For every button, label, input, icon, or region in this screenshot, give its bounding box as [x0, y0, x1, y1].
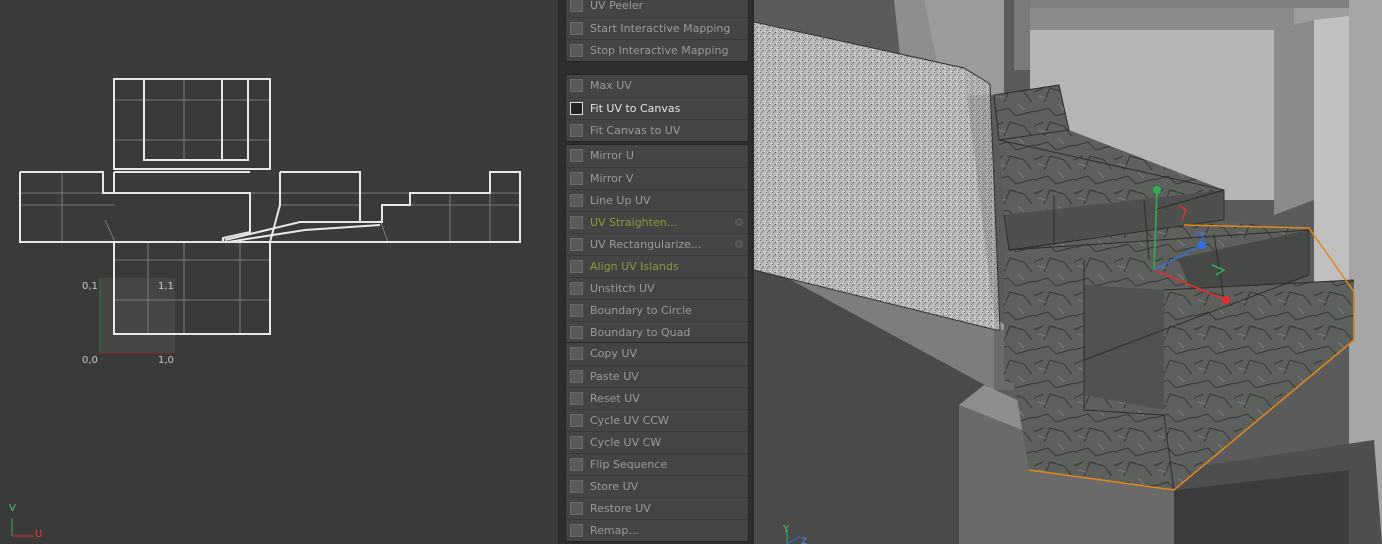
menu-item-label: Mirror V [590, 172, 634, 185]
menu-item-label: Boundary to Circle [590, 304, 692, 317]
menu-item-label: Max UV [590, 79, 632, 92]
viewport-axis-z-label: Z [801, 537, 807, 544]
gear-icon[interactable]: ⚙ [734, 212, 744, 233]
menu-group: UV Peeler Start Interactive Mapping Stop I… [565, 0, 749, 62]
menu-item-label: Restore UV [590, 502, 651, 515]
menu-item-label: Boundary to Quad [590, 326, 691, 339]
uv-coord-1-0: 1,0 [158, 355, 174, 366]
menu-item-label: Store UV [590, 480, 639, 493]
menu-group: Max UV Fit UV to Canvas Fit Canvas to UV [565, 74, 749, 142]
mirror-v-icon [570, 172, 583, 185]
menu-group: Copy UV Paste UV Reset UV Cycle UV CCW Cycle… [565, 342, 749, 542]
menu-item[interactable]: Copy UV [566, 343, 748, 365]
line-up-icon [570, 194, 583, 207]
stop-mapping-icon [570, 44, 583, 57]
flip-sequence-icon [570, 458, 583, 471]
fit-canvas-icon [570, 124, 583, 137]
menu-item[interactable]: Stop Interactive Mapping [566, 39, 748, 61]
uv-coord-0-0: 0,0 [82, 355, 98, 366]
uv-coord-1-1: 1,1 [158, 281, 174, 292]
menu-item[interactable]: Start Interactive Mapping [566, 17, 748, 39]
cycle-ccw-icon [570, 414, 583, 427]
menu-item-label: Cycle UV CW [590, 436, 662, 449]
menu-item[interactable]: Fit UV to Canvas [566, 97, 748, 119]
viewport-axis-y-label: Y [782, 524, 790, 535]
menu-item[interactable]: Line Up UV [566, 189, 748, 211]
start-mapping-icon [570, 22, 583, 35]
menu-item-label: Align UV Islands [590, 260, 679, 273]
menu-item[interactable]: Store UV [566, 475, 748, 497]
gear-icon[interactable]: ⚙ [734, 234, 744, 255]
paste-uv-icon [570, 370, 583, 383]
menu-item[interactable]: Flip Sequence [566, 453, 748, 475]
menu-item[interactable]: Restore UV [566, 497, 748, 519]
uv-island-borders [19, 78, 521, 335]
3d-viewport[interactable]: Y Z [754, 0, 1382, 544]
menu-item-label: UV Rectangularize... [590, 238, 702, 251]
rectangularize-icon [570, 238, 583, 251]
menu-item-label: Start Interactive Mapping [590, 22, 731, 35]
menu-item[interactable]: UV Peeler [566, 0, 748, 17]
uv-editor-panel[interactable]: 0,1 1,1 0,0 1,0 V U [0, 0, 558, 544]
menu-item-label: Paste UV [590, 370, 639, 383]
viewport-scene[interactable]: Y Z [754, 0, 1382, 544]
menu-item[interactable]: Boundary to Quad [566, 321, 748, 343]
cycle-cw-icon [570, 436, 583, 449]
menu-item-label: Line Up UV [590, 194, 651, 207]
menu-item[interactable]: UV Rectangularize... ⚙ [566, 233, 748, 255]
uv-axis-u-label: U [35, 529, 43, 540]
menu-item[interactable]: Fit Canvas to UV [566, 119, 748, 141]
mirror-u-icon [570, 149, 583, 162]
menu-item[interactable]: Boundary to Circle [566, 299, 748, 321]
copy-uv-icon [570, 347, 583, 360]
uv-mesh-canvas[interactable] [0, 0, 558, 544]
menu-item-label: Remap... [590, 524, 639, 537]
uv-axis-v-label: V [9, 503, 16, 514]
max-uv-icon [570, 79, 583, 92]
menu-item-label: Stop Interactive Mapping [590, 44, 729, 57]
menu-item-label: Flip Sequence [590, 458, 668, 471]
menu-item-label: UV Peeler [590, 0, 644, 12]
reset-uv-icon [570, 392, 583, 405]
store-uv-icon [570, 480, 583, 493]
uv-commands-panel: UV Peeler Start Interactive Mapping Stop I… [560, 0, 752, 544]
menu-item[interactable]: Remap... [566, 519, 748, 541]
menu-item[interactable]: Paste UV [566, 365, 748, 387]
menu-item[interactable]: UV Straighten... ⚙ [566, 211, 748, 233]
menu-item[interactable]: Unstitch UV [566, 277, 748, 299]
menu-item-label: Copy UV [590, 347, 637, 360]
uv-peeler-icon [570, 0, 583, 12]
straighten-icon [570, 216, 583, 229]
align-islands-icon [570, 260, 583, 273]
menu-item[interactable]: Max UV [566, 75, 748, 97]
menu-item-label: Reset UV [590, 392, 640, 405]
menu-item-label: Fit UV to Canvas [590, 102, 681, 115]
menu-item[interactable]: Cycle UV CCW [566, 409, 748, 431]
menu-item-label: Unstitch UV [590, 282, 655, 295]
remap-icon [570, 524, 583, 537]
uv-coord-0-1: 0,1 [82, 281, 98, 292]
restore-uv-icon [570, 502, 583, 515]
menu-item[interactable]: Cycle UV CW [566, 431, 748, 453]
menu-item-label: Fit Canvas to UV [590, 124, 681, 137]
fit-uv-icon [570, 102, 583, 115]
boundary-circle-icon [570, 304, 583, 317]
boundary-quad-icon [570, 326, 583, 339]
menu-item-label: UV Straighten... [590, 216, 678, 229]
menu-group: Mirror U Mirror V Line Up UV UV Straighten.… [565, 144, 749, 344]
menu-item-label: Cycle UV CCW [590, 414, 669, 427]
menu-item[interactable]: Mirror V [566, 167, 748, 189]
menu-item-label: Mirror U [590, 149, 634, 162]
menu-item[interactable]: Align UV Islands [566, 255, 748, 277]
menu-item[interactable]: Mirror U [566, 145, 748, 167]
menu-item[interactable]: Reset UV [566, 387, 748, 409]
unstitch-icon [570, 282, 583, 295]
